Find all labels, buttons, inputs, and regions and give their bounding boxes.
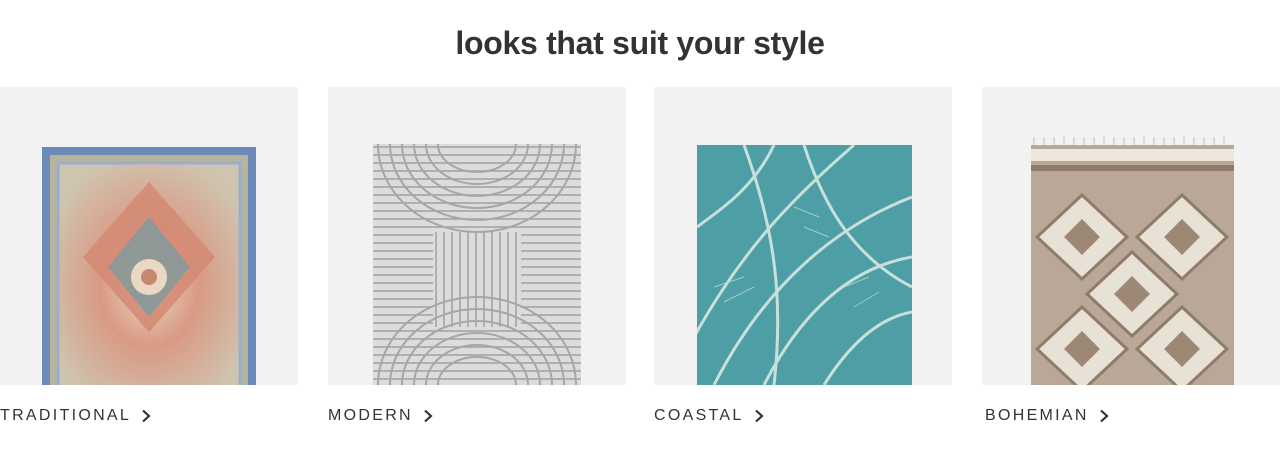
style-label-row[interactable]: MODERN bbox=[328, 406, 433, 426]
modern-rug-image bbox=[328, 87, 626, 385]
coastal-rug-image bbox=[654, 87, 952, 385]
chevron-right-icon bbox=[754, 409, 764, 423]
style-card-bohemian[interactable]: BOHEMIAN bbox=[982, 87, 1280, 424]
style-label: BOHEMIAN bbox=[985, 407, 1089, 424]
style-card-modern[interactable]: MODERN bbox=[328, 87, 626, 424]
style-label: MODERN bbox=[328, 407, 413, 424]
style-label-row[interactable]: TRADITIONAL bbox=[0, 406, 151, 426]
style-section: looks that suit your style TRADITIONAL M… bbox=[0, 0, 1280, 467]
style-label: COASTAL bbox=[654, 407, 744, 424]
style-label-row[interactable]: BOHEMIAN bbox=[985, 406, 1109, 426]
chevron-right-icon bbox=[1100, 409, 1109, 423]
chevron-right-icon bbox=[142, 409, 151, 423]
style-card-traditional[interactable]: TRADITIONAL bbox=[0, 87, 298, 424]
style-card-coastal[interactable]: COASTAL bbox=[654, 87, 952, 424]
chevron-right-icon bbox=[424, 409, 433, 423]
style-label: TRADITIONAL bbox=[0, 407, 132, 424]
traditional-rug-image bbox=[0, 87, 298, 385]
style-label-row[interactable]: COASTAL bbox=[654, 406, 764, 426]
bohemian-rug-image bbox=[982, 87, 1280, 385]
section-title: looks that suit your style bbox=[455, 25, 825, 61]
